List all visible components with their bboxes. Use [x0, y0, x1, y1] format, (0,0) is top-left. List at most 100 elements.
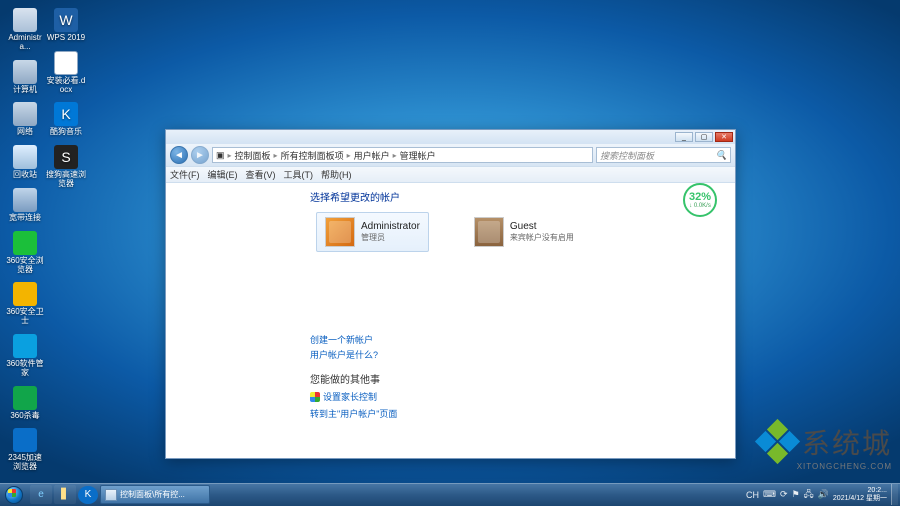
watermark: 系统城 XITONGCHENG.COM [758, 422, 892, 471]
menu-item[interactable]: 工具(T) [284, 168, 314, 181]
menu-item[interactable]: 帮助(H) [321, 168, 352, 181]
address-bar: ◄ ► ▣ ▸ 控制面板 ▸ 所有控制面板项 ▸ 用户帐户 ▸ 管理帐户 搜索控… [166, 144, 735, 166]
other-links: 设置家长控制 转到主"用户帐户"页面 [310, 388, 715, 420]
tray-updates-icon[interactable]: ⟳ [780, 489, 788, 500]
tray-clock[interactable]: 20:2... 2021/4/12 星期一 [833, 487, 887, 502]
system-tray: CH ⌨ ⟳ ⚑ 🖧 🔊 20:2... 2021/4/12 星期一 [746, 484, 900, 505]
crumb-manage[interactable]: 管理帐户 [400, 149, 436, 162]
desktop-icon-wps[interactable]: WWPS 2019 [46, 8, 86, 43]
crumb-all[interactable]: 所有控制面板项 [281, 149, 344, 162]
avatar-icon [474, 217, 504, 247]
icon-label: 计算机 [5, 86, 45, 95]
administrator-icon [13, 8, 37, 32]
tray-volume-icon[interactable]: 🔊 [818, 489, 829, 500]
tray-keyboard-icon[interactable]: ⌨ [763, 489, 776, 500]
close-button[interactable]: ✕ [715, 132, 733, 142]
icon-label: Administra... [5, 34, 45, 52]
desktop-icons-col2: WWPS 2019 安装必看.docx K 酷狗音乐 S 搜狗高速浏览器 [46, 8, 86, 197]
desktop-icon-administrator[interactable]: Administra... [5, 8, 45, 52]
account-guest[interactable]: Guest 来宾帐户没有启用 [465, 212, 583, 252]
primary-links: 创建一个新帐户 用户帐户是什么? [310, 333, 715, 361]
chevron-right-icon: ▸ [393, 151, 397, 160]
menu-item[interactable]: 文件(F) [170, 168, 200, 181]
watermark-logo-icon [758, 422, 798, 462]
search-placeholder: 搜索控制面板 [600, 149, 654, 162]
icon-label: 2345加速浏览器 [5, 454, 45, 472]
kugou-icon: K [54, 102, 78, 126]
install-doc-icon [54, 51, 78, 75]
chevron-right-icon: ▸ [347, 151, 351, 160]
icon-label: 360安全卫士 [5, 308, 45, 326]
performance-badge[interactable]: 32% ↓ 0.0K/s [683, 183, 717, 217]
task-label: 控制面板\所有控... [120, 489, 185, 500]
icon-label: 360杀毒 [5, 412, 45, 421]
search-input[interactable]: 搜索控制面板 🔍 [596, 147, 731, 163]
desktop-icon-sogou[interactable]: S 搜狗高速浏览器 [46, 145, 86, 189]
start-button[interactable] [0, 483, 28, 506]
desktop-icon-recycle-bin[interactable]: 回收站 [5, 145, 45, 180]
desktop-icon-quick-bro[interactable]: 2345加速浏览器 [5, 428, 45, 472]
perf-rate: ↓ 0.0K/s [689, 203, 711, 209]
desktop-icon-tencent-mgr[interactable]: 360杀毒 [5, 386, 45, 421]
desktop-icon-computer[interactable]: 计算机 [5, 60, 45, 95]
icon-label: 回收站 [5, 171, 45, 180]
icon-label: 搜狗高速浏览器 [46, 171, 86, 189]
account-administrator[interactable]: Administrator 管理员 [316, 212, 429, 252]
desktop-icon-360-guard[interactable]: 360安全卫士 [5, 282, 45, 326]
maximize-button[interactable]: ▢ [695, 132, 713, 142]
watermark-sub: XITONGCHENG.COM [758, 462, 892, 471]
show-desktop-button[interactable] [891, 484, 898, 505]
tencent-mgr-icon [13, 386, 37, 410]
tray-flag-icon[interactable]: ⚑ [792, 489, 800, 500]
icon-label: 宽带连接 [5, 214, 45, 223]
crumb-users[interactable]: 用户帐户 [354, 149, 390, 162]
360-soft-icon [13, 334, 37, 358]
wps-icon: W [54, 8, 78, 32]
desktop-icon-360-browser[interactable]: 360安全浏览器 [5, 231, 45, 275]
link-create-account[interactable]: 创建一个新帐户 [310, 333, 715, 346]
icon-label: 酷狗音乐 [46, 128, 86, 137]
desktop-icon-remote-desktop[interactable]: 宽带连接 [5, 188, 45, 223]
icon-label: 安装必看.docx [46, 77, 86, 95]
desktop-icon-360-soft[interactable]: 360软件管家 [5, 334, 45, 378]
location-box[interactable]: ▣ ▸ 控制面板 ▸ 所有控制面板项 ▸ 用户帐户 ▸ 管理帐户 [212, 147, 593, 163]
titlebar: _ ▢ ✕ [166, 130, 735, 144]
menu-item[interactable]: 查看(V) [246, 168, 276, 181]
desktop-icon-network[interactable]: 网络 [5, 102, 45, 137]
computer-icon [13, 60, 37, 84]
search-icon: 🔍 [716, 150, 727, 161]
minimize-button[interactable]: _ [675, 132, 693, 142]
account-name: Administrator [361, 221, 420, 234]
content: 32% ↓ 0.0K/s 选择希望更改的帐户 Administrator 管理员 [166, 183, 735, 458]
link-goto-main[interactable]: 转到主"用户帐户"页面 [310, 407, 715, 420]
left-margin [166, 183, 306, 458]
link-what-is-account[interactable]: 用户帐户是什么? [310, 348, 715, 361]
forward-button[interactable]: ► [191, 146, 209, 164]
taskbar-task-controlpanel[interactable]: 控制面板\所有控... [100, 485, 210, 504]
360-guard-icon [13, 282, 37, 306]
avatar-icon [325, 217, 355, 247]
tray-ime[interactable]: CH [746, 490, 759, 500]
page-heading: 选择希望更改的帐户 [310, 189, 715, 204]
crumb-root[interactable]: 控制面板 [235, 149, 271, 162]
main-pane: 32% ↓ 0.0K/s 选择希望更改的帐户 Administrator 管理员 [306, 183, 735, 458]
control-panel-icon: ▣ [216, 150, 225, 161]
menubar: 文件(F) 编辑(E) 查看(V) 工具(T) 帮助(H) [166, 166, 735, 183]
tray-network-icon[interactable]: 🖧 [804, 487, 814, 503]
taskbar: e ▋ K 控制面板\所有控... CH ⌨ ⟳ ⚑ 🖧 🔊 20:2... 2… [0, 483, 900, 506]
other-heading: 您能做的其他事 [310, 371, 715, 386]
account-role: 来宾帐户没有启用 [510, 233, 574, 243]
menu-item[interactable]: 编辑(E) [208, 168, 238, 181]
desktop-icon-kugou[interactable]: K 酷狗音乐 [46, 102, 86, 137]
pinned-explorer[interactable]: ▋ [54, 485, 76, 504]
account-name: Guest [510, 221, 574, 234]
pinned-kugou[interactable]: K [78, 486, 98, 504]
sogou-icon: S [54, 145, 78, 169]
link-parental-controls[interactable]: 设置家长控制 [323, 390, 377, 403]
pinned-ie[interactable]: e [30, 485, 52, 504]
desktop-icon-install-doc[interactable]: 安装必看.docx [46, 51, 86, 95]
back-button[interactable]: ◄ [170, 146, 188, 164]
remote-desktop-icon [13, 188, 37, 212]
clock-date: 2021/4/12 星期一 [833, 495, 887, 502]
desktop-icons-col1: Administra... 计算机网络回收站宽带连接 360安全浏览器 360安全卫士… [5, 8, 45, 480]
